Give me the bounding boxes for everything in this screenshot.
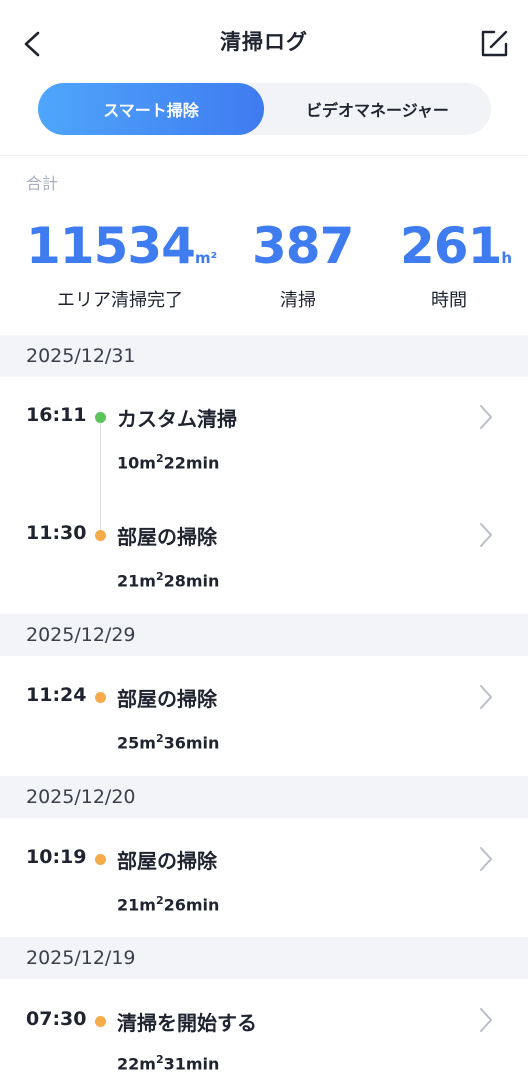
entry-title[interactable]: 清掃を開始する [117,1007,257,1036]
date-header: 2025/12/20 [0,776,528,818]
stat-hours-unit: h [501,249,513,267]
timeline-line [100,423,101,530]
chevron-right-icon [480,685,492,709]
entry-title[interactable]: 部屋の掃除 [117,683,217,712]
stat-count: 387 [252,216,354,276]
chevron-right-icon [480,847,492,871]
stat-hours-label: 時間 [431,290,467,311]
chevron-right-icon [480,405,492,429]
status-dot [95,854,106,865]
entry-detail-button[interactable] [476,403,496,431]
status-dot [95,530,106,541]
stat-area-value: 11534 [26,217,196,275]
date-header: 2025/12/29 [0,614,528,656]
stat-area-unit: m² [194,249,218,267]
stat-count-label: 清掃 [280,290,316,311]
entry-detail-button[interactable] [476,1006,496,1034]
entry-title[interactable]: 部屋の掃除 [117,845,217,874]
entry-detail-button[interactable] [476,521,496,549]
entry-time: 16:11 [26,404,87,426]
status-dot [95,412,106,423]
header: 清掃ログ [0,0,528,84]
status-dot [95,1016,106,1027]
date-header: 2025/12/31 [0,335,528,377]
entry-detail-button[interactable] [476,683,496,711]
entry-time: 07:30 [26,1008,87,1030]
stat-count-value: 387 [252,217,354,275]
status-dot [95,692,106,703]
entry-time: 11:24 [26,684,87,706]
stat-hours: 261h [400,216,512,276]
date-header: 2025/12/19 [0,937,528,979]
entry-meta: 25m236min [117,732,220,753]
edit-button[interactable] [474,24,514,64]
entry-time: 11:30 [26,522,87,544]
totals-label: 合計 [26,174,59,193]
entry-meta: 21m226min [117,894,220,915]
chevron-right-icon [480,523,492,547]
entry-title[interactable]: カスタム清掃 [117,403,237,432]
mode-tabs: スマート掃除 ビデオマネージャー [38,83,491,135]
stat-area-label: エリア清掃完了 [57,290,183,311]
divider [0,155,528,156]
stat-area: 11534m² [26,216,217,276]
entry-meta: 10m222min [117,452,220,473]
page-title: 清掃ログ [220,30,308,54]
cleaning-log-screen: 清掃ログ スマート掃除 ビデオマネージャー 合計 11534m² エリア清掃完了… [0,0,528,1080]
edit-square-icon [481,30,508,57]
entry-time: 10:19 [26,846,87,868]
entry-title[interactable]: 部屋の掃除 [117,521,217,550]
entry-detail-button[interactable] [476,845,496,873]
entry-meta: 22m231min [117,1053,220,1074]
tab-video-manager[interactable]: ビデオマネージャー [264,83,491,135]
entry-meta: 21m228min [117,570,220,591]
tab-smart-cleaning[interactable]: スマート掃除 [38,83,264,135]
chevron-right-icon [480,1008,492,1032]
stat-hours-value: 261 [400,217,502,275]
